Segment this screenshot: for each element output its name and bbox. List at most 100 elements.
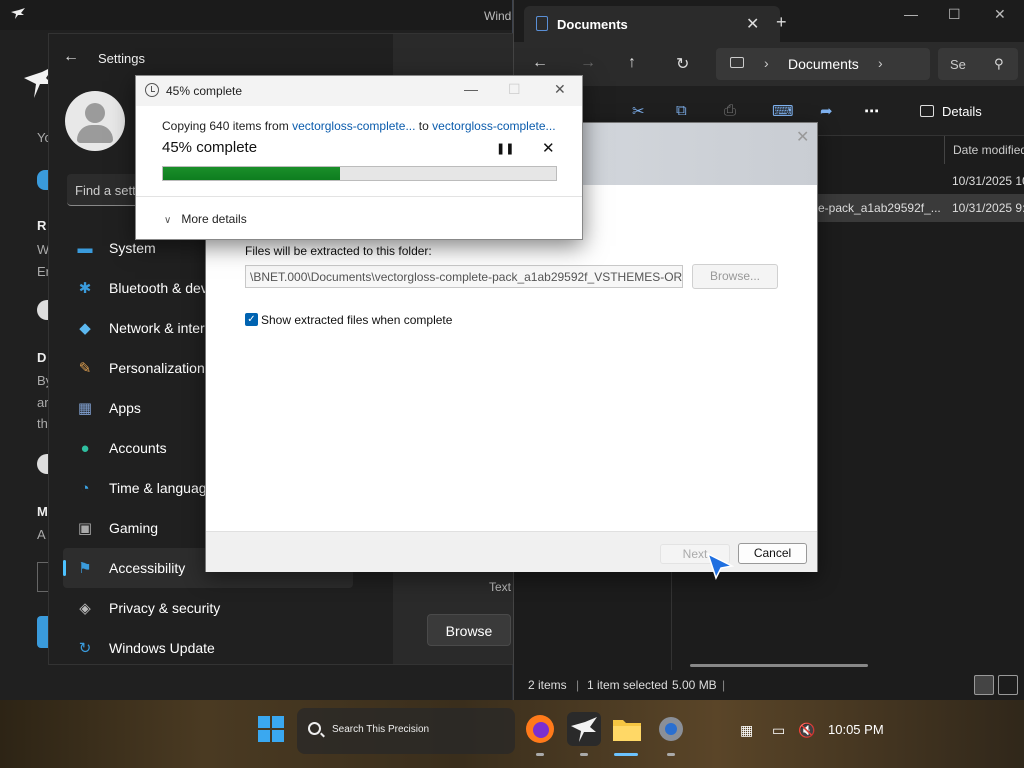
- text-fragment: ar: [37, 395, 49, 410]
- sidebar-item-label: Windows Update: [109, 640, 215, 656]
- volume-muted-icon[interactable]: 🔇: [798, 722, 815, 739]
- close-icon[interactable]: ✕: [796, 127, 809, 147]
- back-icon[interactable]: ←: [532, 54, 548, 72]
- cut-icon[interactable]: ✂: [632, 102, 645, 120]
- percent-complete: 45% complete: [162, 139, 258, 156]
- paste-icon[interactable]: ⎙: [724, 102, 736, 119]
- avatar-head: [85, 103, 105, 123]
- monitor-icon: ▬: [77, 239, 93, 257]
- sidebar-item-label: System: [109, 240, 156, 256]
- chevron-right-icon: ›: [764, 55, 769, 71]
- settings-title: Settings: [98, 51, 145, 66]
- close-icon[interactable]: ✕: [554, 81, 566, 98]
- avatar-body: [77, 125, 113, 143]
- explorer-search-input[interactable]: Se ⚲: [938, 48, 1018, 80]
- sidebar-item-privacy-security[interactable]: ◈ Privacy & security: [63, 588, 353, 628]
- tiles-view-icon[interactable]: [998, 675, 1018, 695]
- gamepad-icon: ▣: [77, 520, 93, 537]
- copy-icon[interactable]: ⧉: [676, 102, 687, 119]
- search-placeholder: Se: [950, 57, 966, 72]
- bluetooth-icon: ✱: [78, 280, 92, 297]
- browse-button[interactable]: Browse...: [692, 264, 778, 289]
- copy-dialog-title: 45% complete: [166, 84, 243, 98]
- copy-prefix: Copying 640 items from: [162, 119, 293, 133]
- wifi-icon: ◆: [79, 320, 91, 337]
- refresh-icon[interactable]: ↻: [676, 54, 689, 74]
- column-header-date-modified[interactable]: Date modified: [944, 136, 1024, 164]
- sidebar-item-windows-update[interactable]: ↻ Windows Update: [63, 628, 353, 668]
- rename-icon[interactable]: ⌨: [772, 102, 794, 120]
- horizontal-scrollbar[interactable]: [690, 664, 868, 667]
- sidebar-item-label: Personalization: [109, 360, 205, 376]
- text-fragment: th: [37, 416, 48, 431]
- close-window-icon[interactable]: ✕: [994, 6, 1006, 23]
- minimize-icon[interactable]: —: [464, 81, 478, 97]
- firefox-icon[interactable]: [523, 712, 557, 746]
- accessibility-icon: ⚑: [78, 560, 92, 577]
- cursor-icon: [706, 552, 734, 580]
- forward-icon[interactable]: →: [580, 54, 596, 72]
- background-window-title: Wind: [484, 9, 512, 23]
- qr-code-icon[interactable]: ▦: [740, 722, 753, 739]
- brush-icon: ✎: [78, 360, 92, 377]
- up-icon[interactable]: ↑: [628, 54, 636, 72]
- status-bar: 2 items | 1 item selected 5.00 MB |: [514, 670, 1024, 700]
- row-name: e-pack_a1ab29592f_...: [818, 201, 941, 215]
- sync-icon: ↻: [78, 640, 92, 657]
- windows-start-icon[interactable]: [254, 712, 288, 746]
- share-icon[interactable]: ➦: [820, 102, 833, 120]
- show-files-checkbox[interactable]: ✓: [245, 313, 258, 326]
- avatar[interactable]: [65, 91, 125, 151]
- search-icon: [308, 722, 321, 735]
- taskbar-clock[interactable]: 10:05 PM: [828, 722, 884, 737]
- taskbar-search-placeholder: Search This Precision: [332, 724, 430, 735]
- row-date: 10/31/2025 9:: [952, 201, 1024, 215]
- more-options-icon[interactable]: ⋯: [864, 102, 879, 120]
- details-button[interactable]: Details: [942, 104, 982, 119]
- apps-icon: ▦: [77, 400, 93, 417]
- address-bar[interactable]: › Documents ›: [716, 48, 930, 80]
- status-size: 5.00 MB: [672, 678, 717, 692]
- progress-fill: [163, 167, 340, 180]
- cancel-button[interactable]: Cancel: [738, 543, 807, 564]
- divider: [136, 196, 582, 197]
- running-indicator: [580, 753, 588, 756]
- taskbar: Search This Precision ▦ ▭ 🔇 10:05 PM: [0, 700, 1024, 768]
- status-divider: |: [722, 678, 726, 692]
- search-icon: ⚲: [994, 56, 1004, 71]
- globe-clock-icon: ◔: [80, 479, 90, 497]
- tab-label: Documents: [557, 17, 628, 32]
- status-selected: 1 item selected: [587, 678, 668, 692]
- back-arrow-icon[interactable]: ←: [63, 48, 79, 66]
- sidebar-item-label: Privacy & security: [109, 600, 221, 616]
- destination-path-input[interactable]: \BNET.000\Documents\vectorgloss-complete…: [245, 265, 683, 288]
- close-tab-icon[interactable]: ✕: [746, 14, 759, 34]
- text-fragment: A: [37, 527, 46, 542]
- phone-link-icon[interactable]: ▭: [772, 722, 785, 739]
- settings-gear-icon[interactable]: [654, 712, 688, 746]
- minimize-icon[interactable]: —: [904, 6, 918, 22]
- taskbar-search-box[interactable]: Search This Precision: [297, 708, 515, 754]
- background-window-titlebar[interactable]: Wind: [0, 0, 512, 30]
- copy-description: Copying 640 items from vectorgloss-compl…: [162, 119, 556, 133]
- running-indicator: [536, 753, 544, 756]
- maximize-icon[interactable]: ☐: [948, 6, 961, 23]
- eagle-app-icon[interactable]: [567, 712, 601, 746]
- source-folder-link[interactable]: vectorgloss-complete...: [292, 119, 415, 133]
- details-view-icon[interactable]: [974, 675, 994, 695]
- active-indicator: [614, 753, 638, 756]
- stop-icon[interactable]: ✕: [542, 139, 555, 157]
- sidebar-item-label: Accounts: [109, 440, 167, 456]
- browse-button[interactable]: Browse: [427, 614, 511, 646]
- sidebar-item-label: Time & language: [109, 480, 215, 496]
- tab-documents[interactable]: Documents ✕: [524, 6, 780, 42]
- text-label: Text: [489, 580, 512, 594]
- more-details-toggle[interactable]: ∨ More details: [164, 212, 247, 226]
- sidebar-item-label: Apps: [109, 400, 141, 416]
- destination-folder-link[interactable]: vectorgloss-complete...: [432, 119, 555, 133]
- new-tab-icon[interactable]: +: [776, 12, 787, 33]
- file-explorer-icon[interactable]: [610, 712, 644, 746]
- status-divider: |: [576, 678, 580, 692]
- pause-icon[interactable]: ❚❚: [496, 142, 514, 155]
- destination-label: Files will be extracted to this folder:: [245, 244, 432, 258]
